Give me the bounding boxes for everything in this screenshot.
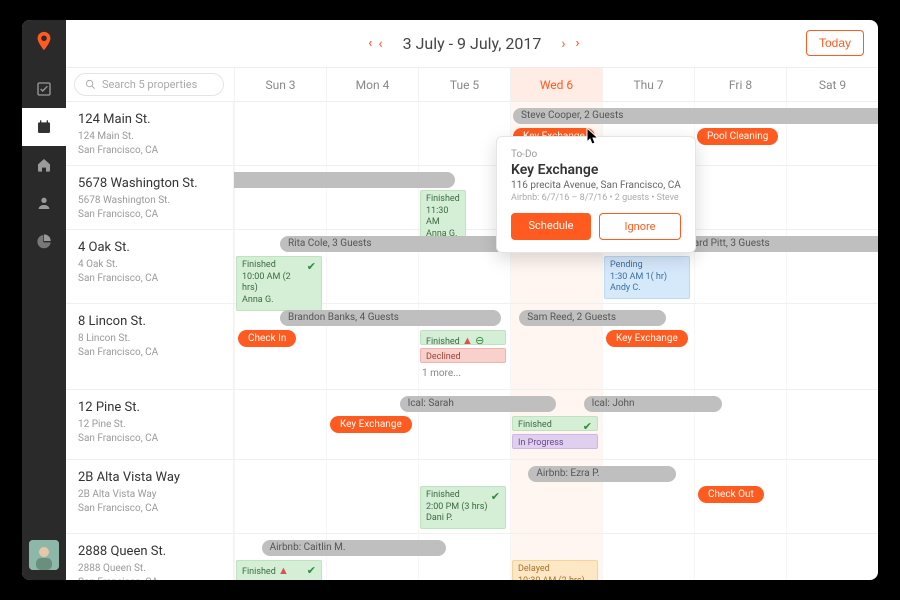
reservation-bar[interactable]: Brandon Banks, 4 Guests — [280, 310, 501, 326]
task-card-finished[interactable]: Finished ✔2:00 PM (3 hrs)Dani P. — [420, 486, 506, 529]
reservation-bar[interactable]: Ical: Sarah — [400, 396, 556, 412]
nav-user[interactable] — [22, 184, 66, 222]
search-icon — [85, 79, 96, 90]
checklist-icon — [36, 81, 52, 97]
task-pill-check-out[interactable]: Check Out — [698, 486, 764, 503]
reservation-bar[interactable]: Ical: John — [584, 396, 722, 412]
nav-reports[interactable] — [22, 222, 66, 260]
topbar: ‹‹ ‹ 3 July - 9 July, 2017 › ›› Today — [66, 20, 878, 68]
reservation-bar[interactable]: Airbnb: Caitlin M. — [262, 540, 446, 556]
popover-category: To-Do — [511, 149, 681, 160]
task-card-finished[interactable]: Finished ▲ ✔ — [236, 560, 322, 580]
nav-calendar[interactable] — [22, 108, 66, 146]
task-card-pending[interactable]: Pending1:30 AM 1( hr)Andy C. — [604, 256, 690, 299]
task-card-declined[interactable]: Declined — [420, 348, 506, 363]
reservation-bar[interactable]: Sam Reed, 2 Guests — [519, 310, 666, 326]
popover-address: 116 precita Avenue, San Francisco, CA — [511, 180, 681, 191]
schedule-button[interactable]: Schedule — [511, 213, 591, 240]
task-card-in-progress[interactable]: In Progress — [512, 434, 598, 449]
day-header[interactable]: Fri 8 — [694, 68, 786, 101]
next-week[interactable]: › — [561, 36, 565, 52]
task-card-finished[interactable]: Finished ✔ — [512, 416, 598, 431]
popover-meta: Airbnb: 6/7/16 – 8/7/16 • 2 guests • Ste… — [511, 193, 681, 203]
task-card-finished[interactable]: Finished ✔10:00 AM (2 hrs)Anna G. — [236, 256, 322, 311]
user-icon — [36, 195, 52, 211]
reservation-bar[interactable]: Richard Pitt, 3 Guests — [666, 236, 878, 252]
nav-checklist[interactable] — [22, 70, 66, 108]
user-avatar[interactable] — [29, 540, 59, 570]
property-cell[interactable]: 2888 Queen St. 2888 Queen St.San Francis… — [66, 534, 234, 580]
calendar-icon — [36, 119, 52, 135]
property-cell[interactable]: 2B Alta Vista Way 2B Alta Vista WaySan F… — [66, 460, 234, 533]
day-header[interactable]: Thu 7 — [602, 68, 694, 101]
prev-week[interactable]: ‹ — [378, 36, 382, 52]
today-button[interactable]: Today — [806, 30, 864, 56]
home-icon — [36, 157, 52, 173]
reservation-bar[interactable] — [234, 172, 455, 188]
reservation-bar[interactable]: Airbnb: Ezra P. — [528, 466, 675, 482]
calendar-header: Search 5 properties Sun 3 Mon 4 Tue 5 We… — [66, 68, 878, 102]
day-header[interactable]: Tue 5 — [418, 68, 510, 101]
cursor-icon — [586, 127, 600, 149]
property-cell[interactable]: 4 Oak St. 4 Oak St.San Francisco, CA — [66, 230, 234, 303]
reservation-bar[interactable]: Steve Cooper, 2 Guests — [513, 108, 878, 124]
date-range: 3 July - 9 July, 2017 — [403, 34, 542, 53]
property-cell[interactable]: 5678 Washington St. 5678 Washington St.S… — [66, 166, 234, 229]
popover-title: Key Exchange — [511, 162, 681, 178]
property-cell[interactable]: 8 Lincon St. 8 Lincon St.San Francisco, … — [66, 304, 234, 389]
task-card-delayed[interactable]: Delayed10:30 AM (2 hrs) — [512, 560, 598, 580]
search-placeholder: Search 5 properties — [102, 78, 197, 91]
day-header[interactable]: Sat 9 — [786, 68, 878, 101]
task-pill-key-exchange[interactable]: Key Exchange — [330, 416, 412, 433]
day-header-today[interactable]: Wed 6 — [510, 68, 602, 101]
property-cell[interactable]: 124 Main St. 124 Main St.San Francisco, … — [66, 102, 234, 165]
task-popover: To-Do Key Exchange 116 precita Avenue, S… — [496, 136, 696, 253]
ignore-button[interactable]: Ignore — [599, 213, 681, 240]
task-pill-key-exchange[interactable]: Key Exchange — [606, 330, 688, 347]
task-card-finished[interactable]: Finished ▲ ⊖ — [420, 330, 506, 345]
day-header[interactable]: Mon 4 — [326, 68, 418, 101]
search-input[interactable]: Search 5 properties — [74, 73, 224, 96]
pie-icon — [36, 233, 52, 249]
app-logo — [33, 30, 55, 52]
more-link[interactable]: 1 more... — [422, 368, 461, 379]
day-header[interactable]: Sun 3 — [234, 68, 326, 101]
nav-home[interactable] — [22, 146, 66, 184]
property-cell[interactable]: 12 Pine St. 12 Pine St.San Francisco, CA — [66, 390, 234, 459]
task-pill-pool-cleaning[interactable]: Pool Cleaning — [697, 128, 778, 145]
calendar-body[interactable]: 124 Main St. 124 Main St.San Francisco, … — [66, 102, 878, 580]
task-pill-check-in[interactable]: Check In — [238, 330, 296, 347]
sidebar — [22, 20, 66, 580]
